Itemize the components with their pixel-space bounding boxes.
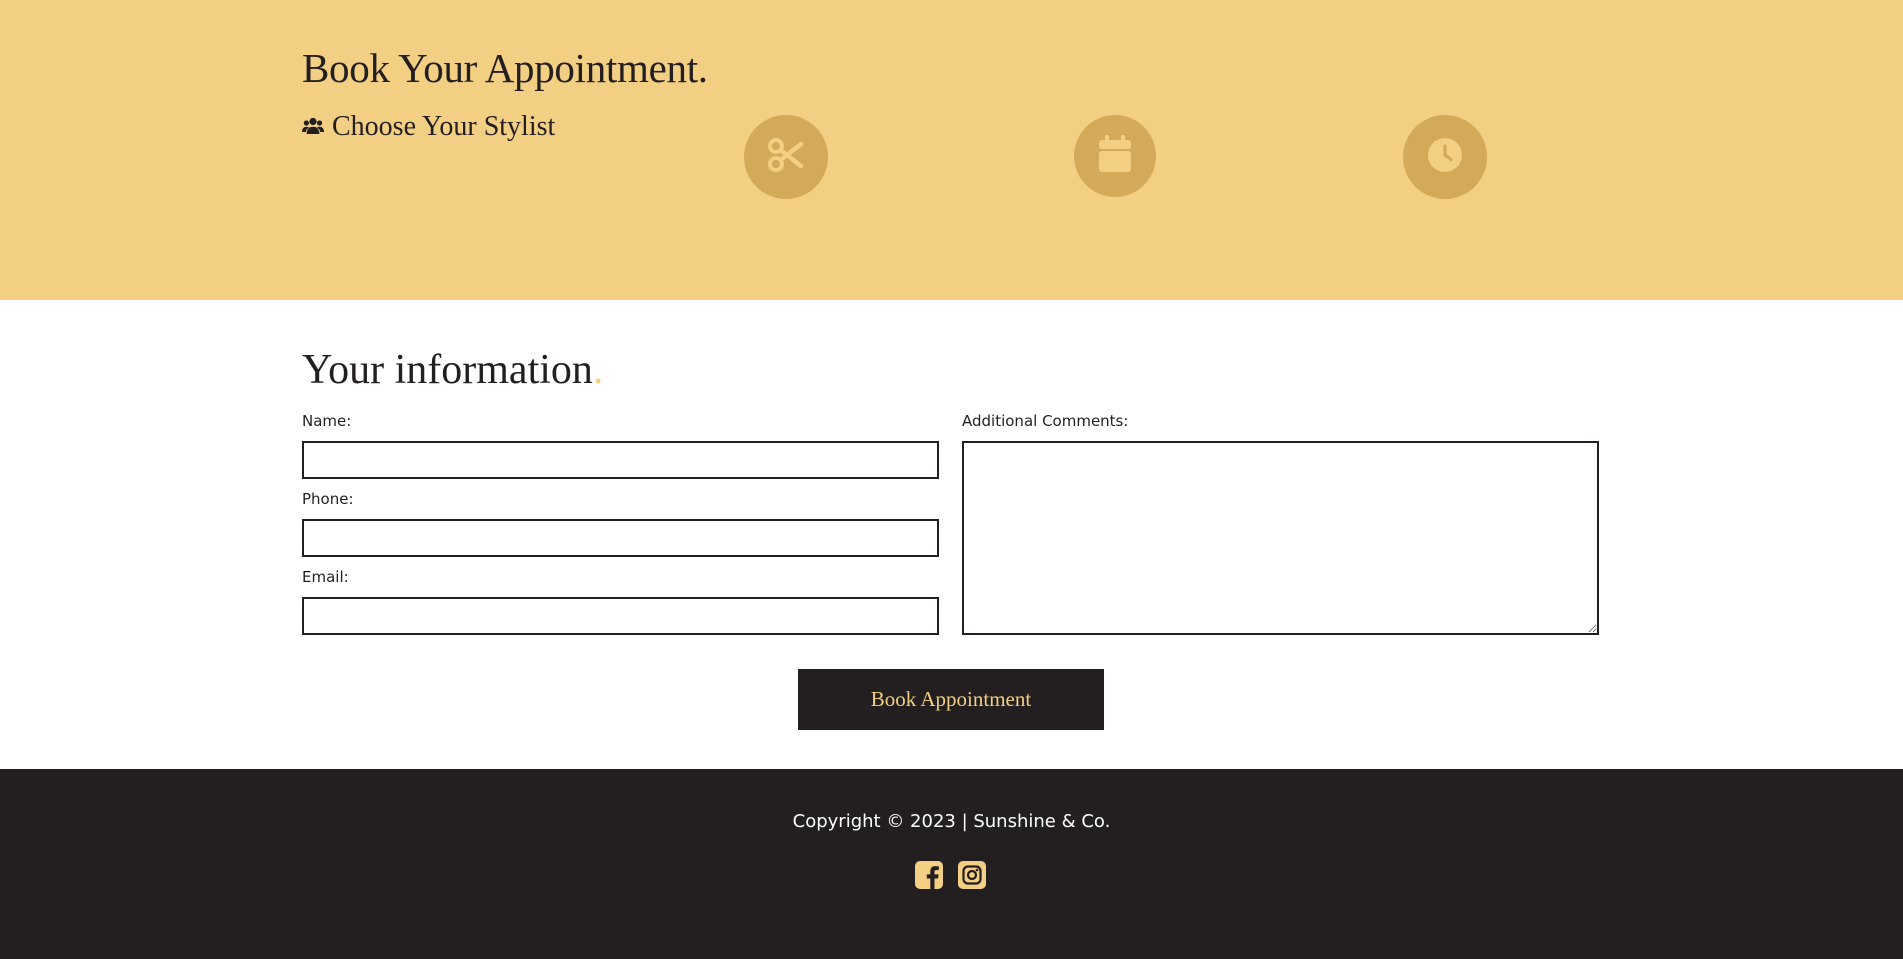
book-appointment-button[interactable]: Book Appointment xyxy=(798,669,1104,730)
calendar-icon xyxy=(1098,134,1132,178)
choose-stylist-heading: Choose Your Stylist xyxy=(302,111,555,143)
instagram-link[interactable] xyxy=(957,860,987,894)
name-label: Name: xyxy=(302,412,352,430)
name-input[interactable] xyxy=(302,441,939,479)
footer xyxy=(0,769,1903,959)
your-information-heading: Your information. xyxy=(302,346,603,394)
phone-input[interactable] xyxy=(302,519,939,557)
comments-label: Additional Comments: xyxy=(962,412,1129,430)
users-icon xyxy=(302,111,324,143)
instagram-icon xyxy=(958,860,986,894)
clock-icon xyxy=(1426,136,1464,179)
step-time[interactable] xyxy=(1403,115,1487,199)
phone-label: Phone: xyxy=(302,490,354,508)
copyright-text: Copyright © 2023 | Sunshine & Co. xyxy=(792,811,1111,832)
step-date[interactable] xyxy=(1074,115,1156,197)
email-input[interactable] xyxy=(302,597,939,635)
facebook-icon xyxy=(915,860,943,894)
step-stylist[interactable] xyxy=(744,115,828,199)
booking-hero: Book Your Appointment. Choose Your Styli… xyxy=(0,0,1903,300)
page-title: Book Your Appointment. xyxy=(302,45,708,91)
your-information-title: Your information xyxy=(302,347,593,393)
scissors-icon xyxy=(766,135,806,180)
comments-textarea[interactable] xyxy=(962,441,1599,635)
facebook-link[interactable] xyxy=(914,860,944,894)
choose-stylist-label: Choose Your Stylist xyxy=(332,111,556,142)
email-label: Email: xyxy=(302,568,349,586)
title-accent-dot: . xyxy=(592,347,604,393)
